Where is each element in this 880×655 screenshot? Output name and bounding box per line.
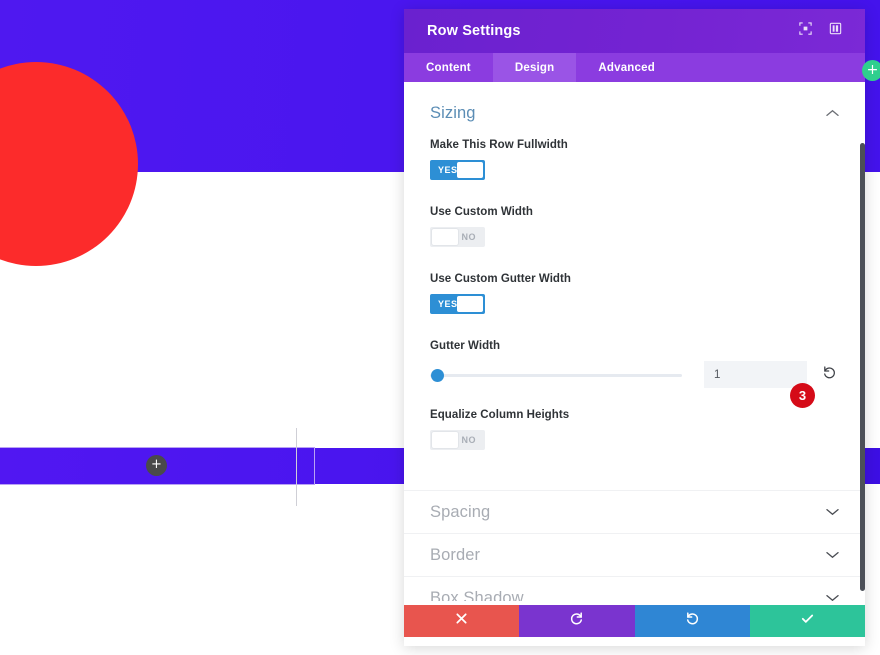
undo-icon [569, 611, 584, 631]
toggle-value-label: YES [438, 165, 458, 175]
toggle-equalize-column-heights[interactable]: NO [430, 430, 485, 450]
row-settings-panel: Row Settings Content Design Advanced Siz… [404, 9, 865, 646]
chevron-down-icon[interactable] [826, 503, 839, 521]
field-equalize-column-heights: Equalize Column Heights NO [404, 409, 865, 455]
redo-icon [685, 611, 700, 631]
section-sizing-header[interactable]: Sizing [404, 82, 865, 139]
toggle-make-row-fullwidth[interactable]: YES [430, 160, 485, 180]
cancel-button[interactable] [404, 605, 520, 637]
toggle-use-custom-gutter-width[interactable]: YES [430, 294, 485, 314]
panel-title: Row Settings [427, 23, 521, 39]
panel-tabs: Content Design Advanced [404, 53, 865, 82]
chevron-down-icon[interactable] [826, 546, 839, 564]
step-badge-3: 3 [790, 383, 815, 408]
toggle-knob [457, 162, 483, 178]
section-sizing-title: Sizing [430, 104, 476, 122]
panel-action-bar [404, 605, 865, 637]
field-label: Equalize Column Heights [430, 409, 570, 421]
split-layout-icon[interactable] [828, 21, 843, 41]
section-spacing[interactable]: Spacing [404, 490, 865, 533]
redo-button[interactable] [634, 605, 750, 637]
field-label: Make This Row Fullwidth [430, 139, 568, 151]
add-section-button[interactable]: + [862, 60, 880, 81]
panel-scrollbar[interactable] [860, 143, 865, 591]
toggle-knob [432, 432, 458, 448]
toggle-knob [432, 229, 458, 245]
panel-body: Sizing Make This Row Fullwidth YES Use C… [404, 82, 865, 601]
app-root: + + Row Settings Content Design Advanced… [0, 0, 880, 655]
section-spacing-title: Spacing [430, 502, 491, 521]
check-icon [800, 611, 815, 631]
column-guide-line [296, 428, 297, 506]
field-use-custom-gutter-width: Use Custom Gutter Width YES 2 [404, 273, 865, 319]
toggle-knob [457, 296, 483, 312]
section-border[interactable]: Border [404, 533, 865, 576]
field-use-custom-width: Use Custom Width NO [404, 206, 865, 252]
section-box-shadow[interactable]: Box Shadow [404, 576, 865, 601]
toggle-value-label: NO [461, 232, 476, 242]
gutter-width-input[interactable] [704, 361, 807, 388]
field-make-row-fullwidth: Make This Row Fullwidth YES 1 [404, 139, 865, 185]
field-gutter-width: Gutter Width 1 3 [404, 340, 865, 408]
field-label: Use Custom Width [430, 206, 533, 218]
panel-header: Row Settings [404, 9, 865, 53]
slider-track [430, 373, 682, 377]
section-sizing: Sizing Make This Row Fullwidth YES Use C… [404, 82, 865, 490]
tab-design[interactable]: Design [492, 53, 577, 82]
undo-reset-icon[interactable] [822, 365, 837, 385]
field-label: Use Custom Gutter Width [430, 273, 571, 285]
section-box-shadow-title: Box Shadow [430, 588, 524, 602]
toggle-use-custom-width[interactable]: NO [430, 227, 485, 247]
field-label: Gutter Width [430, 340, 501, 352]
toggle-value-label: NO [461, 435, 476, 445]
expand-fullscreen-icon[interactable] [798, 21, 813, 41]
tab-advanced[interactable]: Advanced [576, 53, 677, 82]
undo-button[interactable] [519, 605, 635, 637]
chevron-down-icon[interactable] [826, 589, 839, 601]
section-border-title: Border [430, 545, 481, 564]
gutter-width-slider[interactable] [430, 368, 682, 382]
slider-thumb[interactable] [431, 368, 444, 382]
close-x-icon [455, 612, 468, 630]
gutter-width-control [430, 361, 839, 388]
panel-header-icons [798, 21, 843, 41]
save-button[interactable] [749, 605, 865, 637]
tab-content[interactable]: Content [404, 53, 493, 82]
toggle-value-label: YES [438, 299, 458, 309]
add-row-button[interactable]: + [146, 455, 167, 476]
chevron-up-icon[interactable] [826, 105, 839, 123]
